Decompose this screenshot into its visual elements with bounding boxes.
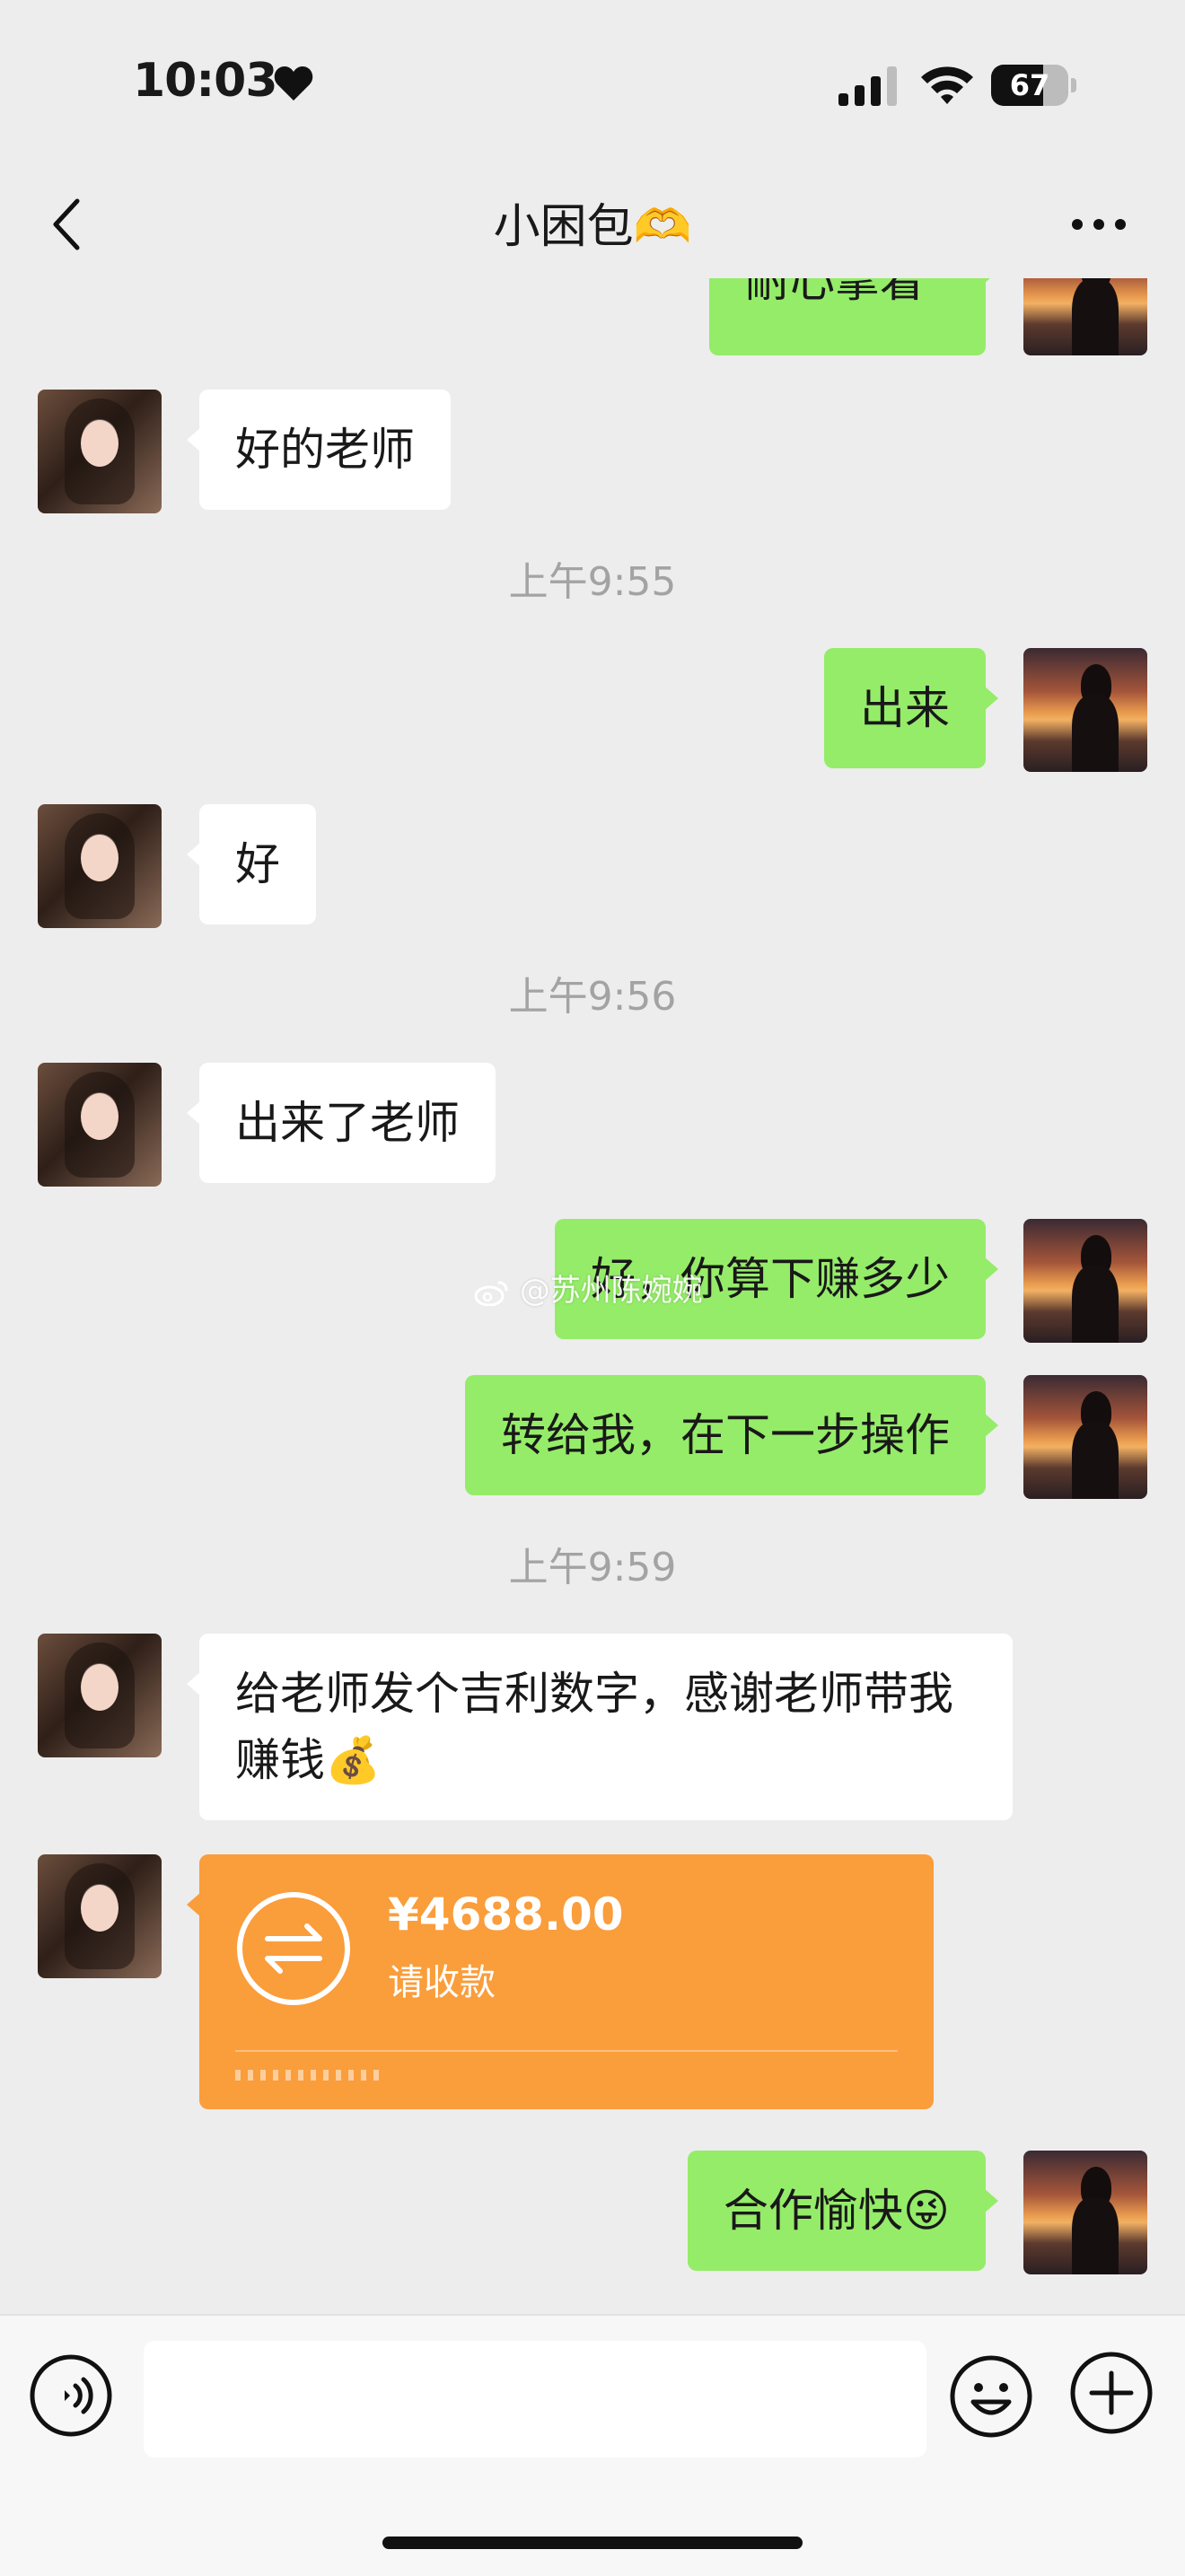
message-bubble-outgoing[interactable]: 合作愉快😜 xyxy=(687,2151,999,2271)
contact-avatar[interactable] xyxy=(38,804,162,928)
transfer-arrows-icon xyxy=(237,1892,350,2005)
my-avatar[interactable] xyxy=(1023,648,1147,772)
more-dots-icon[interactable] xyxy=(1070,217,1128,232)
contact-avatar[interactable] xyxy=(38,390,162,513)
chat-title: 小困包🫶 xyxy=(493,200,692,254)
voice-icon[interactable] xyxy=(29,2353,113,2438)
heart-icon xyxy=(274,66,313,101)
my-avatar[interactable] xyxy=(1023,1219,1147,1343)
my-avatar[interactable] xyxy=(1023,278,1147,355)
message-bubble-outgoing[interactable]: 转给我，在下一步操作 xyxy=(465,1375,998,1495)
message-bubble-incoming[interactable]: 出来了老师 xyxy=(187,1063,496,1183)
message-bubble-incoming[interactable]: 给老师发个吉利数字，感谢老师带我赚钱💰 xyxy=(187,1634,1013,1820)
contact-avatar[interactable] xyxy=(38,1063,162,1187)
transfer-card[interactable]: ¥4688.00 请收款 xyxy=(187,1854,934,2109)
battery-indicator: 67 xyxy=(991,65,1077,106)
battery-level: 67 xyxy=(1009,68,1050,102)
transfer-amount: ¥4688.00 xyxy=(388,1888,624,1941)
my-avatar[interactable] xyxy=(1023,2151,1147,2274)
emoji-icon[interactable] xyxy=(948,2353,1034,2440)
watermark: @苏州陈婉婉 xyxy=(474,1266,703,1310)
message-bubble-outgoing[interactable]: 耐心拿着 xyxy=(709,278,998,355)
weibo-icon xyxy=(474,1281,508,1306)
cellular-signal-icon xyxy=(838,66,897,106)
chevron-left-icon[interactable] xyxy=(50,197,83,251)
chat-header: 小困包🫶 xyxy=(0,171,1185,278)
plus-icon[interactable] xyxy=(1068,2350,1154,2436)
transfer-footer xyxy=(235,2070,379,2081)
contact-avatar[interactable] xyxy=(38,1634,162,1757)
home-indicator xyxy=(382,2537,803,2549)
status-bar: 10:03 67 xyxy=(0,0,1185,171)
transfer-status: 请收款 xyxy=(388,1962,496,2003)
transfer-divider xyxy=(235,2050,898,2052)
contact-avatar[interactable] xyxy=(38,1854,162,1978)
message-timestamp: 上午9:59 xyxy=(508,1545,677,1590)
status-time: 10:03 xyxy=(133,54,278,108)
input-bar xyxy=(0,2314,1185,2576)
message-timestamp: 上午9:56 xyxy=(508,974,677,1020)
message-bubble-outgoing[interactable]: 出来 xyxy=(824,648,998,768)
message-input[interactable] xyxy=(144,2341,926,2458)
message-bubble-incoming[interactable]: 好的老师 xyxy=(187,390,451,510)
wifi-icon xyxy=(921,66,973,104)
my-avatar[interactable] xyxy=(1023,1375,1147,1499)
message-timestamp: 上午9:55 xyxy=(508,559,677,605)
message-bubble-incoming[interactable]: 好 xyxy=(187,804,316,924)
